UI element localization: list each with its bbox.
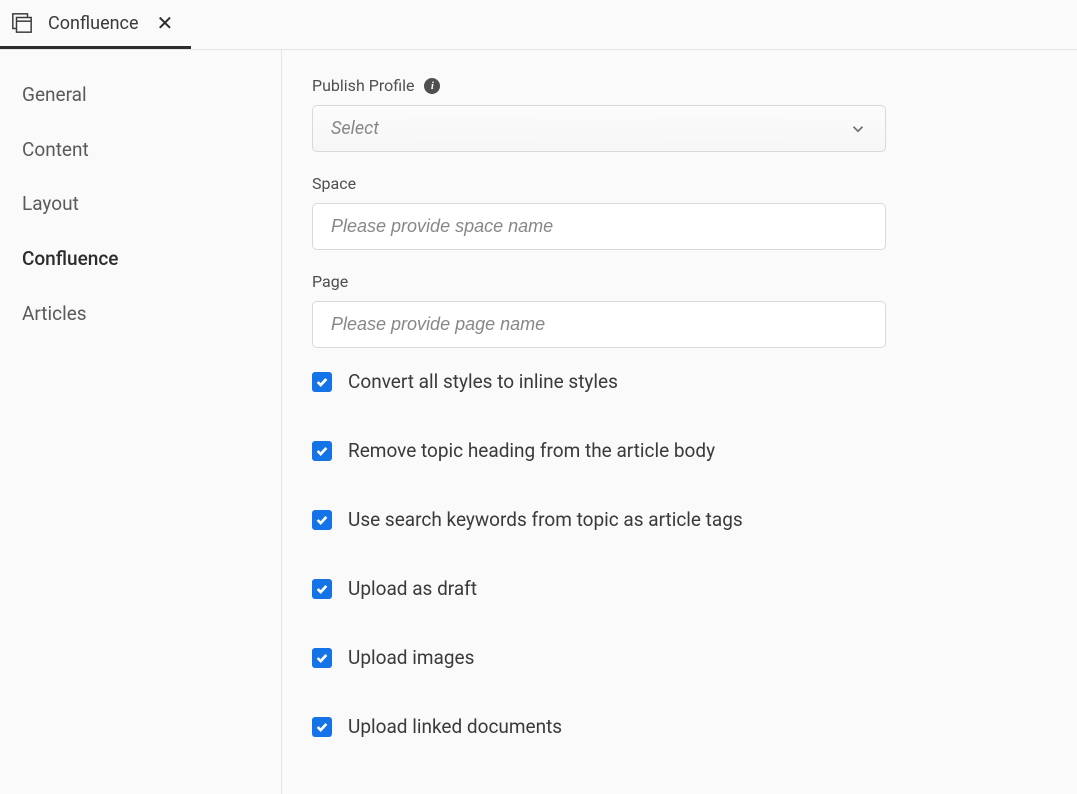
checkbox-inline-styles[interactable]: Convert all styles to inline styles — [312, 370, 1047, 393]
publish-profile-label: Publish Profile — [312, 76, 414, 95]
checkbox-icon[interactable] — [312, 717, 332, 737]
content-panel: Publish Profile i Select Space Page — [282, 50, 1077, 794]
field-label-row: Publish Profile i — [312, 76, 1047, 95]
info-icon[interactable]: i — [424, 78, 440, 94]
publish-profile-select[interactable]: Select — [312, 105, 886, 152]
checkbox-icon[interactable] — [312, 510, 332, 530]
close-icon[interactable]: ✕ — [157, 13, 174, 33]
window-icon — [10, 11, 34, 35]
checkbox-icon[interactable] — [312, 579, 332, 599]
checkbox-icon[interactable] — [312, 372, 332, 392]
sidebar-item-confluence[interactable]: Confluence — [0, 232, 281, 287]
checkbox-label: Remove topic heading from the article bo… — [348, 439, 715, 462]
tab-bar: Confluence ✕ — [0, 0, 1077, 50]
checkbox-search-keywords[interactable]: Use search keywords from topic as articl… — [312, 508, 1047, 531]
space-label: Space — [312, 174, 356, 193]
sidebar-item-layout[interactable]: Layout — [0, 177, 281, 232]
tab-label: Confluence — [48, 13, 139, 34]
sidebar: General Content Layout Confluence Articl… — [0, 50, 282, 794]
checkbox-upload-draft[interactable]: Upload as draft — [312, 577, 1047, 600]
chevron-down-icon — [849, 120, 867, 138]
main-layout: General Content Layout Confluence Articl… — [0, 50, 1077, 794]
checkbox-label: Upload linked documents — [348, 715, 562, 738]
checkbox-label: Use search keywords from topic as articl… — [348, 508, 743, 531]
sidebar-item-articles[interactable]: Articles — [0, 287, 281, 342]
space-group: Space — [312, 174, 1047, 250]
checkbox-upload-images[interactable]: Upload images — [312, 646, 1047, 669]
page-group: Page — [312, 272, 1047, 348]
sidebar-item-content[interactable]: Content — [0, 123, 281, 178]
page-input[interactable] — [312, 301, 886, 348]
checkbox-label: Upload as draft — [348, 577, 477, 600]
sidebar-item-general[interactable]: General — [0, 68, 281, 123]
page-label: Page — [312, 272, 348, 291]
tab-confluence[interactable]: Confluence ✕ — [0, 0, 191, 49]
checkbox-label: Convert all styles to inline styles — [348, 370, 618, 393]
checkbox-upload-documents[interactable]: Upload linked documents — [312, 715, 1047, 738]
checkbox-icon[interactable] — [312, 648, 332, 668]
field-label-row: Space — [312, 174, 1047, 193]
checkbox-remove-heading[interactable]: Remove topic heading from the article bo… — [312, 439, 1047, 462]
checkbox-icon[interactable] — [312, 441, 332, 461]
checkbox-label: Upload images — [348, 646, 474, 669]
publish-profile-group: Publish Profile i Select — [312, 76, 1047, 152]
field-label-row: Page — [312, 272, 1047, 291]
select-placeholder: Select — [331, 118, 379, 139]
space-input[interactable] — [312, 203, 886, 250]
